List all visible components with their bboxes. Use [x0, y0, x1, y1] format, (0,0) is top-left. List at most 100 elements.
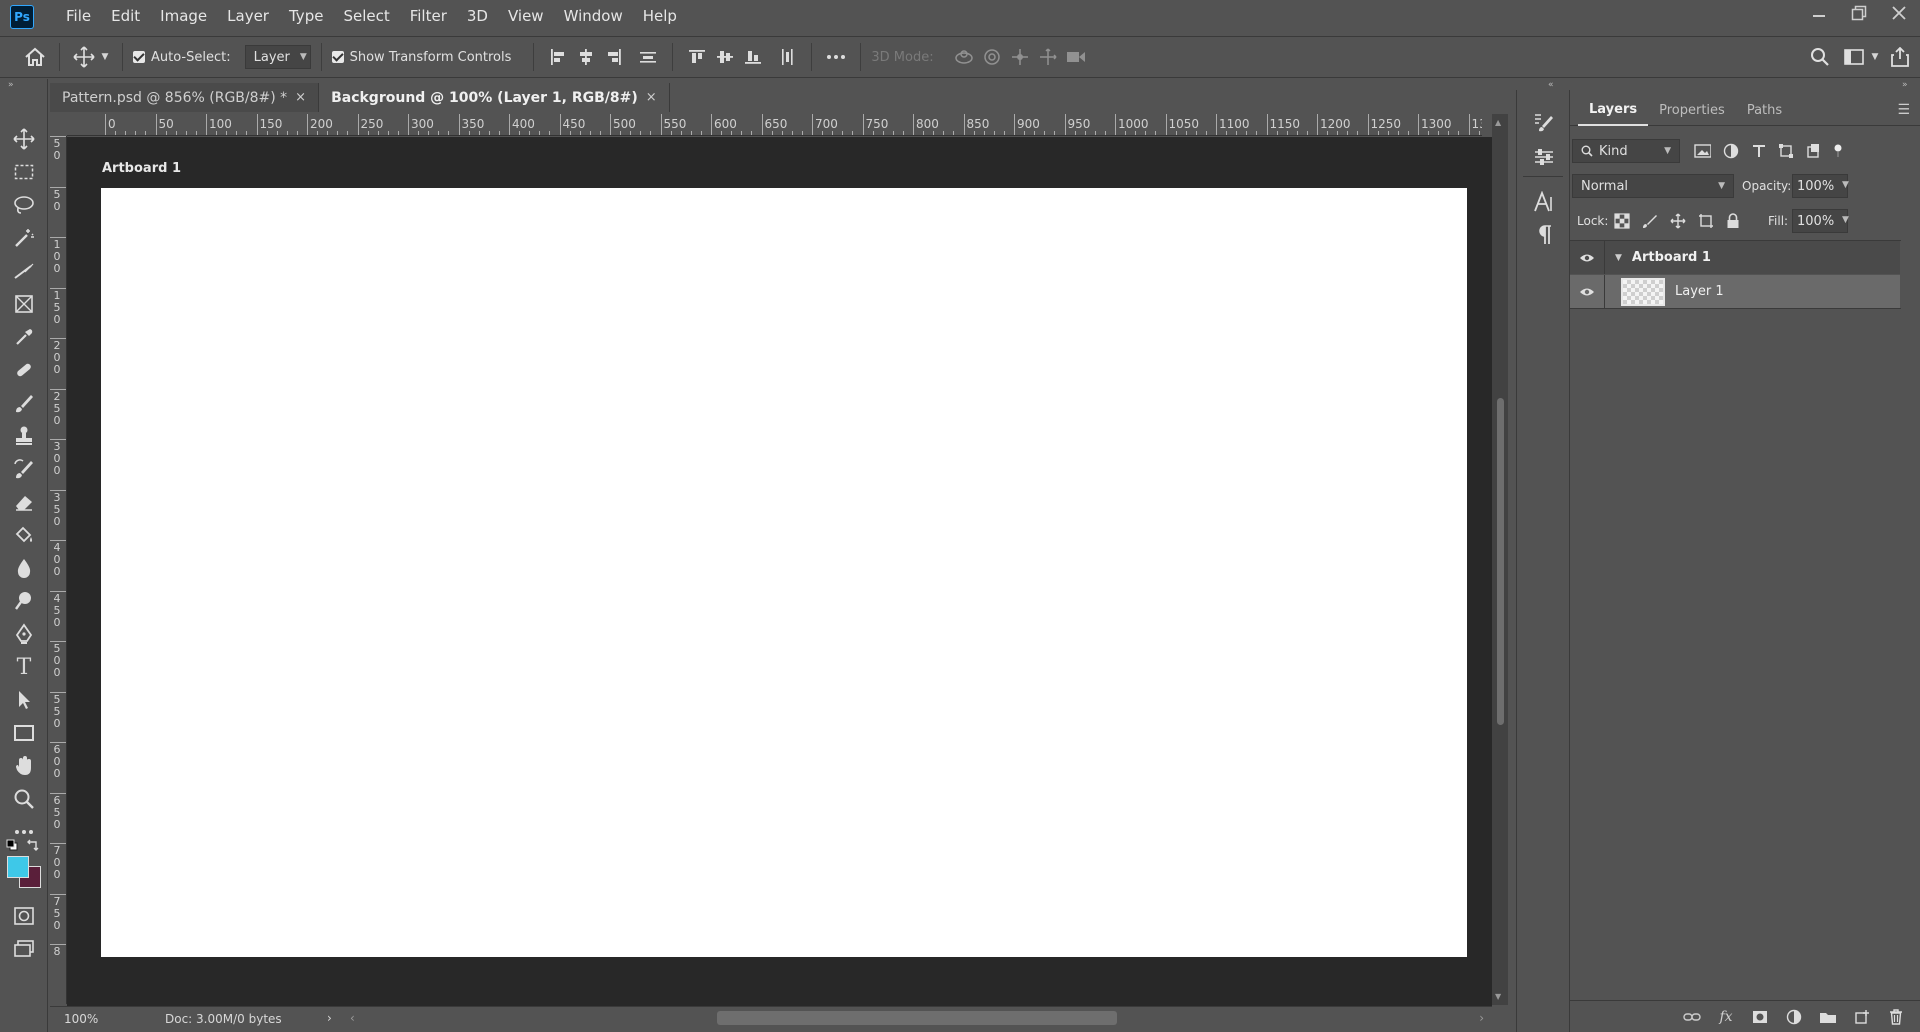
magic-wand-tool-icon[interactable] [10, 224, 38, 252]
clone-stamp-tool-icon[interactable] [10, 422, 38, 450]
type-tool-icon[interactable]: T [10, 653, 38, 681]
vertical-scroll-thumb[interactable] [1497, 398, 1504, 725]
add-mask-icon[interactable] [1750, 1007, 1770, 1027]
visibility-eye-icon[interactable] [1570, 253, 1604, 263]
tab-pattern-psd[interactable]: Pattern.psd @ 856% (RGB/8#) * × [50, 83, 320, 112]
image-filter-icon[interactable] [1694, 143, 1712, 159]
menu-layer[interactable]: Layer [217, 0, 279, 33]
swap-colors-icon[interactable] [26, 838, 40, 852]
align-right-icon[interactable] [600, 43, 628, 71]
scroll-right-icon[interactable]: › [1479, 1011, 1484, 1025]
smart-object-filter-icon[interactable] [1805, 143, 1820, 159]
chevron-down-icon[interactable]: ▼ [1615, 253, 1622, 263]
visibility-eye-icon[interactable] [1570, 287, 1604, 297]
foreground-color-swatch[interactable] [7, 856, 29, 878]
distribute-horizontal-icon[interactable] [634, 43, 662, 71]
menu-help[interactable]: Help [633, 0, 687, 33]
fill-field[interactable]: 100% [1792, 209, 1848, 233]
menu-edit[interactable]: Edit [101, 0, 150, 33]
layer-thumbnail[interactable] [1621, 277, 1665, 306]
new-layer-icon[interactable] [1852, 1007, 1872, 1027]
close-icon[interactable] [1888, 2, 1910, 24]
opacity-field[interactable]: 100% [1792, 174, 1848, 198]
lock-image-pixels-icon[interactable] [1642, 213, 1658, 229]
lock-all-icon[interactable] [1726, 213, 1740, 229]
home-icon[interactable] [21, 43, 49, 71]
search-icon[interactable] [1806, 43, 1834, 71]
vertical-ruler[interactable]: 50 50 100 150 200 250 300 350 400 450 500 550 600 650… [50, 136, 67, 1004]
lock-position-icon[interactable] [1670, 213, 1686, 229]
delete-layer-icon[interactable] [1886, 1007, 1906, 1027]
scroll-up-icon[interactable]: ▲ [1495, 118, 1501, 127]
artboard-canvas[interactable] [101, 188, 1467, 957]
auto-select-target-dropdown[interactable]: Layer ▼ [244, 45, 311, 69]
path-selection-tool-icon[interactable] [10, 686, 38, 714]
history-brush-tool-icon[interactable] [10, 455, 38, 483]
opacity-value[interactable]: 100% [1797, 179, 1834, 194]
artboard-label[interactable]: Artboard 1 [102, 161, 181, 176]
brush-tool-icon[interactable] [10, 389, 38, 417]
menu-file[interactable]: File [56, 0, 101, 33]
workspace-icon[interactable] [1840, 43, 1868, 71]
layer-name[interactable]: Artboard 1 [1632, 250, 1711, 265]
layer-name[interactable]: Layer 1 [1675, 284, 1724, 299]
character-panel-icon[interactable] [1530, 188, 1558, 216]
link-layers-icon[interactable] [1682, 1007, 1702, 1027]
shape-filter-icon[interactable] [1778, 143, 1793, 159]
minimize-icon[interactable] [1808, 2, 1830, 24]
tab-background[interactable]: Background @ 100% (Layer 1, RGB/8#) × [319, 83, 670, 112]
eraser-tool-icon[interactable] [10, 488, 38, 516]
chevron-right-icon[interactable]: › [327, 1011, 332, 1025]
move-tool-icon[interactable] [10, 125, 38, 153]
move-tool-icon[interactable] [70, 43, 98, 71]
fill-value[interactable]: 100% [1797, 214, 1834, 229]
close-icon[interactable]: × [295, 90, 306, 105]
3d-slide-icon[interactable] [1034, 43, 1062, 71]
menu-image[interactable]: Image [150, 0, 217, 33]
3d-orbit-icon[interactable] [950, 43, 978, 71]
history-brush-panel-icon[interactable] [1530, 108, 1558, 136]
chevron-down-icon[interactable]: ▼ [1842, 180, 1849, 190]
healing-brush-tool-icon[interactable] [10, 356, 38, 384]
filter-toggle-icon[interactable] [1832, 144, 1843, 158]
scroll-left-icon[interactable]: ‹ [350, 1011, 355, 1025]
3d-pan-icon[interactable] [1006, 43, 1034, 71]
layer-row-artboard[interactable]: ▼ Artboard 1 [1570, 241, 1900, 274]
scroll-down-icon[interactable]: ▼ [1495, 992, 1501, 1001]
adjustment-filter-icon[interactable] [1723, 143, 1739, 159]
3d-camera-icon[interactable] [1062, 43, 1090, 71]
chevron-down-icon[interactable]: ▼ [1842, 215, 1849, 225]
show-transform-checkbox[interactable]: Show Transform Controls [331, 50, 511, 65]
rectangle-tool-icon[interactable] [10, 719, 38, 747]
new-group-icon[interactable] [1818, 1007, 1838, 1027]
lock-transparent-pixels-icon[interactable] [1614, 213, 1630, 229]
lock-artboard-icon[interactable] [1698, 213, 1714, 229]
collapse-panels-icon[interactable]: » [1902, 80, 1908, 90]
distribute-vertical-icon[interactable] [773, 43, 801, 71]
hand-tool-icon[interactable] [10, 752, 38, 780]
pen-tool-icon[interactable] [10, 620, 38, 648]
restore-icon[interactable] [1848, 2, 1870, 24]
panel-menu-icon[interactable]: ☰ [1897, 102, 1910, 118]
zoom-tool-icon[interactable] [10, 785, 38, 813]
zoom-level[interactable]: 100% [64, 1012, 98, 1026]
frame-tool-icon[interactable] [10, 290, 38, 318]
quick-mask-icon[interactable] [10, 902, 38, 930]
chevron-down-icon[interactable]: ▼ [98, 43, 112, 71]
close-icon[interactable]: × [646, 90, 657, 105]
blend-mode-dropdown[interactable]: Normal ▼ [1572, 174, 1734, 198]
horizontal-ruler[interactable]: 0 50 100 150 200 250 300 350 400 450 500 550 600 650 7… [67, 114, 1482, 136]
align-top-icon[interactable] [683, 43, 711, 71]
chevron-down-icon[interactable]: ▼ [1868, 43, 1882, 71]
default-colors-icon[interactable] [6, 839, 18, 851]
layer-style-fx-icon[interactable]: fx [1716, 1007, 1736, 1027]
more-options-icon[interactable] [822, 43, 850, 71]
menu-view[interactable]: View [498, 0, 554, 33]
share-icon[interactable] [1886, 43, 1914, 71]
eyedropper-tool-icon[interactable] [10, 323, 38, 351]
lasso-tool-icon[interactable] [10, 191, 38, 219]
menu-select[interactable]: Select [333, 0, 399, 33]
collapse-dock-icon[interactable]: « [1548, 80, 1554, 90]
menu-3d[interactable]: 3D [457, 0, 498, 33]
blur-tool-icon[interactable] [10, 554, 38, 582]
